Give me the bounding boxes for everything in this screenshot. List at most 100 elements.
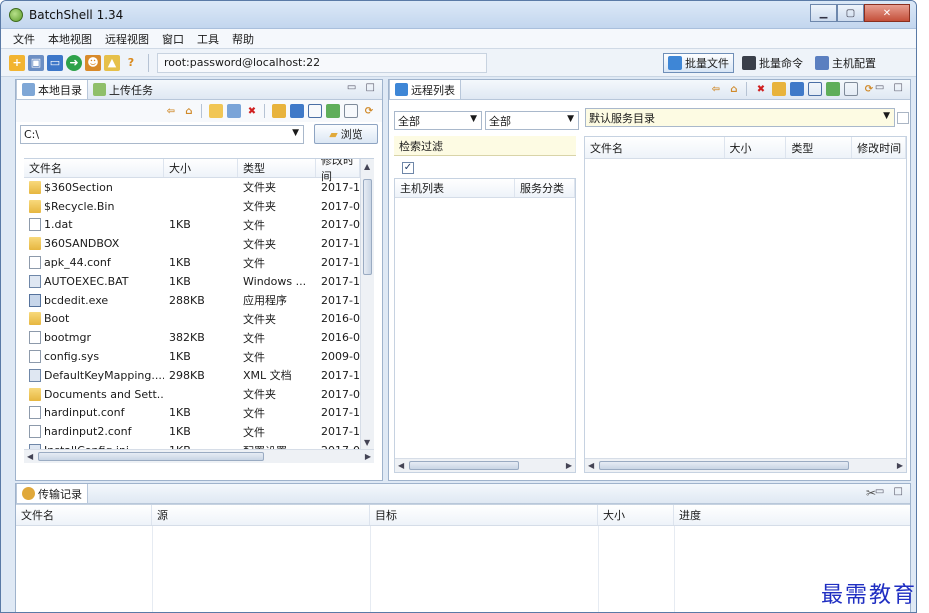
properties-icon[interactable] (344, 104, 358, 118)
window-icon[interactable]: ▭ (47, 54, 63, 71)
table-row[interactable]: bootmgr 382KB 文件 2016-0 (24, 328, 374, 347)
col-size[interactable]: 大小 (725, 137, 787, 158)
minimize-button[interactable]: ▁ (810, 4, 837, 22)
batch-command-button[interactable]: 批量命令 (738, 53, 807, 73)
scroll-right-icon[interactable]: ▶ (897, 461, 903, 470)
search-filter-bar[interactable]: 检索过滤 (394, 136, 576, 156)
scroll-thumb[interactable] (363, 179, 372, 275)
col-modified[interactable]: 修改时间 (852, 137, 906, 158)
scroll-left-icon[interactable]: ◀ (398, 461, 404, 470)
scroll-right-icon[interactable]: ▶ (365, 452, 371, 461)
maximize-button[interactable]: ▢ (837, 4, 864, 22)
menu-local-view[interactable]: 本地视图 (42, 31, 99, 47)
batch-file-button[interactable]: 批量文件 (663, 53, 734, 73)
col-type[interactable]: 类型 (238, 159, 316, 177)
col-size[interactable]: 大小 (164, 159, 238, 177)
properties-icon[interactable] (844, 82, 858, 96)
scroll-thumb[interactable] (409, 461, 519, 470)
table-row[interactable]: 1.dat 1KB 文件 2017-0 (24, 216, 374, 235)
back-icon[interactable]: ⇦ (709, 82, 723, 96)
table-row[interactable]: bcdedit.exe 288KB 应用程序 2017-1 (24, 291, 374, 310)
local-path-combo[interactable]: C:\ ▼ (20, 124, 304, 144)
table-row[interactable]: $360Section 文件夹 2017-1 (24, 178, 374, 197)
table-row[interactable]: apk_44.conf 1KB 文件 2017-1 (24, 253, 374, 272)
close-button[interactable]: ✕ (864, 4, 910, 22)
server-icon[interactable]: ▣ (28, 54, 44, 71)
scroll-thumb[interactable] (599, 461, 849, 470)
delete-icon[interactable]: ✖ (754, 82, 768, 96)
col-progress[interactable]: 进度 (674, 505, 910, 525)
menu-window[interactable]: 窗口 (156, 31, 191, 47)
pane-window-controls[interactable]: ▭ □ (875, 82, 906, 93)
col-type[interactable]: 类型 (786, 137, 853, 158)
col-filename[interactable]: 文件名 (585, 137, 725, 158)
browse-button[interactable]: ▰ 浏览 (314, 124, 378, 144)
col-host-list[interactable]: 主机列表 (395, 179, 515, 197)
local-vertical-scrollbar[interactable]: ▲ ▼ (360, 159, 374, 450)
col-target[interactable]: 目标 (370, 505, 598, 525)
col-filename[interactable]: 文件名 (16, 505, 152, 525)
connect-icon[interactable]: ➜ (66, 54, 82, 71)
pane-window-controls[interactable]: ▭ □ (347, 82, 378, 93)
col-service-category[interactable]: 服务分类 (515, 179, 575, 197)
home-icon[interactable]: ⌂ (182, 104, 196, 118)
pane-window-controls[interactable]: ▭ □ (875, 486, 906, 497)
host-config-button[interactable]: 主机配置 (811, 53, 880, 73)
chevron-down-icon[interactable]: ▼ (567, 114, 574, 124)
tab-remote-list[interactable]: 远程列表 (389, 80, 461, 99)
local-horizontal-scrollbar[interactable]: ◀ ▶ (24, 449, 374, 463)
col-source[interactable]: 源 (152, 505, 370, 525)
chevron-down-icon[interactable]: ▼ (292, 128, 299, 138)
scroll-up-icon[interactable]: ▲ (364, 162, 370, 171)
chevron-down-icon[interactable]: ▼ (883, 111, 890, 121)
scroll-right-icon[interactable]: ▶ (566, 461, 572, 470)
table-row[interactable]: hardinput.conf 1KB 文件 2017-1 (24, 404, 374, 423)
menu-file[interactable]: 文件 (7, 31, 42, 47)
table-row[interactable]: 360SANDBOX 文件夹 2017-1 (24, 234, 374, 253)
view-small-icon[interactable] (308, 104, 322, 118)
host-group-select[interactable]: 全部 ▼ (394, 111, 482, 130)
table-row[interactable]: DefaultKeyMapping.... 298KB XML 文档 2017-1 (24, 366, 374, 385)
refresh-icon[interactable]: ⟳ (362, 104, 376, 118)
menu-tools[interactable]: 工具 (191, 31, 226, 47)
scroll-left-icon[interactable]: ◀ (588, 461, 594, 470)
table-row[interactable]: AUTOEXEC.BAT 1KB Windows ... 2017-1 (24, 272, 374, 291)
table-row[interactable]: Boot 文件夹 2016-0 (24, 310, 374, 329)
connection-field[interactable]: root:password@localhost:22 (157, 52, 487, 73)
tab-local-directory[interactable]: 本地目录 (16, 80, 88, 99)
table-row[interactable]: config.sys 1KB 文件 2009-0 (24, 347, 374, 366)
col-modified[interactable]: 修改时间 (316, 159, 360, 183)
delete-icon[interactable]: ✖ (245, 104, 259, 118)
folder-up-icon[interactable] (772, 82, 786, 96)
scroll-thumb[interactable] (38, 452, 264, 461)
service-directory-select[interactable]: 默认服务目录 ▼ (585, 108, 895, 127)
menu-help[interactable]: 帮助 (226, 31, 261, 47)
scroll-down-icon[interactable]: ▼ (364, 438, 370, 447)
tab-transfer-records[interactable]: 传输记录 (16, 484, 88, 503)
menu-remote-view[interactable]: 远程视图 (99, 31, 156, 47)
home-icon[interactable]: ⌂ (727, 82, 741, 96)
host-horizontal-scrollbar[interactable]: ◀ ▶ (395, 458, 575, 472)
service-directory-checkbox[interactable] (897, 112, 909, 124)
folder-up-icon[interactable] (272, 104, 286, 118)
refresh-icon[interactable]: ⟳ (862, 82, 876, 96)
table-row[interactable]: hardinput2.conf 1KB 文件 2017-1 (24, 422, 374, 441)
view-large-icon[interactable] (290, 104, 304, 118)
service-category-select[interactable]: 全部 ▼ (485, 111, 579, 130)
table-row[interactable]: Documents and Sett... 文件夹 2017-0 (24, 385, 374, 404)
remote-horizontal-scrollbar[interactable]: ◀ ▶ (585, 458, 906, 472)
chevron-down-icon[interactable]: ▼ (470, 114, 477, 124)
add-host-icon[interactable]: + (9, 54, 25, 71)
view-small-icon[interactable] (808, 82, 822, 96)
table-row[interactable]: $Recycle.Bin 文件夹 2017-0 (24, 197, 374, 216)
new-file-icon[interactable] (227, 104, 241, 118)
help-icon[interactable]: ? (123, 55, 139, 71)
view-large-icon[interactable] (790, 82, 804, 96)
open-folder-icon[interactable] (209, 104, 223, 118)
filter-checkbox[interactable]: ✓ (402, 162, 414, 174)
back-icon[interactable]: ⇦ (164, 104, 178, 118)
view-list-icon[interactable] (326, 104, 340, 118)
users-icon[interactable]: ☻ (85, 54, 101, 71)
scroll-left-icon[interactable]: ◀ (27, 452, 33, 461)
view-list-icon[interactable] (826, 82, 840, 96)
